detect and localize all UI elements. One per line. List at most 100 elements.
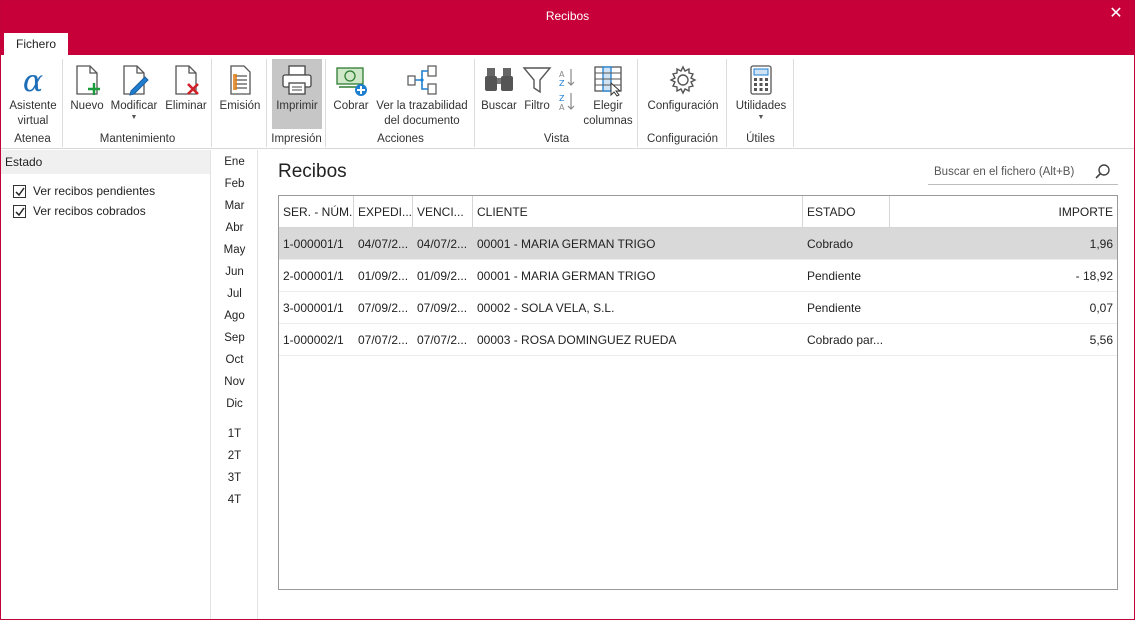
gear-icon — [669, 65, 697, 95]
column-header-expedicion[interactable]: EXPEDI... — [354, 196, 413, 228]
group-utiles: Utilidades ▼ Útiles — [728, 59, 794, 147]
column-header-importe[interactable]: IMPORTE — [890, 196, 1117, 228]
month-mar[interactable]: Mar — [212, 200, 257, 212]
column-header-vencimiento[interactable]: VENCI... — [413, 196, 473, 228]
filter-icon — [522, 67, 552, 94]
calculator-icon — [750, 65, 772, 95]
checkbox-cobrados[interactable] — [13, 204, 26, 218]
month-dic[interactable]: Dic — [212, 398, 257, 410]
quarter-3t[interactable]: 3T — [212, 472, 257, 484]
quarter-2t[interactable]: 2T — [212, 450, 257, 462]
trazabilidad-label-1: Ver la trazabilidad — [376, 100, 468, 112]
window-title: Recibos — [545, 9, 590, 23]
quarter-4t[interactable]: 4T — [212, 494, 257, 506]
delete-document-icon — [175, 65, 199, 95]
table-row[interactable]: 1-000001/1 04/07/2... 04/07/2... 00001 -… — [279, 228, 1117, 260]
cell-cliente: 00001 - MARIA GERMAN TRIGO — [477, 237, 656, 251]
group-label-vista: Vista — [543, 133, 570, 145]
new-document-icon — [76, 65, 100, 95]
elegir-columnas-button[interactable]: Elegir columnas — [580, 59, 636, 129]
search-input[interactable]: Buscar en el fichero (Alt+B) — [934, 166, 1074, 178]
cobrar-button[interactable]: Cobrar — [331, 59, 371, 129]
filter-cobrados[interactable]: Ver recibos cobrados — [13, 202, 146, 220]
status-filter-panel: Estado Ver recibos pendientes Ver recibo… — [1, 150, 211, 619]
trazabilidad-label-2: del documento — [384, 115, 460, 127]
month-may[interactable]: May — [212, 244, 257, 256]
filter-cobrados-label: Ver recibos cobrados — [33, 204, 146, 218]
tab-fichero[interactable]: Fichero — [4, 33, 68, 55]
cell-expedicion: 01/09/2... — [358, 269, 409, 283]
ver-trazabilidad-button[interactable]: Ver la trazabilidad del documento — [373, 59, 471, 129]
filter-pendientes[interactable]: Ver recibos pendientes — [13, 182, 155, 200]
filtro-button[interactable]: Filtro — [520, 59, 554, 129]
checkmark-icon — [15, 187, 25, 196]
cell-cliente: 00003 - ROSA DOMINGUEZ RUEDA — [477, 333, 677, 347]
month-jun[interactable]: Jun — [212, 266, 257, 278]
group-configuracion: Configuración Configuración — [639, 59, 727, 147]
month-ago[interactable]: Ago — [212, 310, 257, 322]
nuevo-button[interactable]: Nuevo — [68, 59, 106, 129]
cell-estado: Pendiente — [807, 269, 862, 283]
group-label-utiles: Útiles — [746, 133, 775, 145]
ribbon: α Asistente virtual Atenea Nuevo Modific… — [1, 55, 1134, 149]
month-sep[interactable]: Sep — [212, 332, 257, 344]
checkbox-pendientes[interactable] — [13, 184, 26, 198]
modificar-button[interactable]: Modificar ▼ — [108, 59, 160, 129]
imprimir-label: Imprimir — [276, 100, 318, 112]
svg-text:A: A — [559, 103, 565, 112]
quarter-1t[interactable]: 1T — [212, 428, 257, 440]
elegir-label-1: Elegir — [593, 100, 623, 112]
cell-num: 2-000001/1 — [283, 269, 344, 283]
group-impresion: Imprimir Impresión — [268, 59, 326, 147]
app-window: Recibos ✕ Fichero α Asistente virtual At… — [0, 0, 1135, 620]
group-label-atenea: Atenea — [14, 133, 51, 145]
cell-num: 1-000001/1 — [283, 237, 344, 251]
utilidades-button[interactable]: Utilidades ▼ — [732, 59, 790, 129]
month-abr[interactable]: Abr — [212, 222, 257, 234]
month-filter-column: Ene Feb Mar Abr May Jun Jul Ago Sep Oct … — [212, 150, 258, 619]
svg-text:Z: Z — [559, 94, 565, 103]
table-row[interactable]: 3-000001/1 07/09/2... 07/09/2... 00002 -… — [279, 292, 1117, 324]
filter-pendientes-label: Ver recibos pendientes — [33, 184, 156, 198]
group-emision: Emisión — [213, 59, 267, 147]
buscar-button[interactable]: Buscar — [479, 59, 519, 129]
cell-cliente: 00002 - SOLA VELA, S.L. — [477, 301, 615, 315]
month-nov[interactable]: Nov — [212, 376, 257, 388]
modificar-label: Modificar — [110, 100, 158, 112]
close-icon[interactable]: ✕ — [1106, 5, 1126, 25]
eliminar-button[interactable]: Eliminar — [162, 59, 210, 129]
buscar-label: Buscar — [481, 100, 517, 112]
month-jul[interactable]: Jul — [212, 288, 257, 300]
checkmark-icon — [15, 207, 25, 216]
cell-importe: - 18,92 — [1075, 269, 1113, 283]
month-oct[interactable]: Oct — [212, 354, 257, 366]
svg-text:A: A — [559, 70, 565, 79]
cell-vencimiento: 04/07/2... — [417, 237, 468, 251]
table-row[interactable]: 2-000001/1 01/09/2... 01/09/2... 00001 -… — [279, 260, 1117, 292]
emision-button[interactable]: Emisión — [217, 59, 263, 129]
column-header-num[interactable]: SER. - NÚM. — [279, 196, 354, 228]
column-header-cliente[interactable]: CLIENTE — [473, 196, 803, 228]
flow-chart-icon — [407, 65, 437, 95]
cell-importe: 1,96 — [1089, 237, 1113, 251]
group-label-mantenimiento: Mantenimiento — [99, 133, 176, 145]
svg-text:α: α — [23, 64, 43, 97]
cell-importe: 5,56 — [1089, 333, 1113, 347]
month-feb[interactable]: Feb — [212, 178, 257, 190]
document-list-icon — [230, 65, 251, 95]
table-row[interactable]: 1-000002/1 07/07/2... 07/07/2... 00003 -… — [279, 324, 1117, 356]
emision-label: Emisión — [219, 100, 261, 112]
utilidades-label: Utilidades — [735, 100, 787, 112]
month-ene[interactable]: Ene — [212, 156, 257, 168]
search-box[interactable]: Buscar en el fichero (Alt+B) — [928, 159, 1118, 185]
alpha-icon: α — [23, 64, 43, 97]
ordenar-button[interactable]: A Z Z A — [556, 59, 578, 129]
column-header-estado[interactable]: ESTADO — [803, 196, 890, 228]
elegir-label-2: columnas — [583, 115, 633, 127]
imprimir-button[interactable]: Imprimir — [272, 59, 322, 129]
configuracion-button[interactable]: Configuración — [643, 59, 723, 129]
configuracion-label: Configuración — [647, 100, 719, 112]
asistente-virtual-button[interactable]: α Asistente virtual — [5, 59, 61, 129]
cell-num: 1-000002/1 — [283, 333, 344, 347]
search-icon[interactable] — [1094, 163, 1112, 181]
